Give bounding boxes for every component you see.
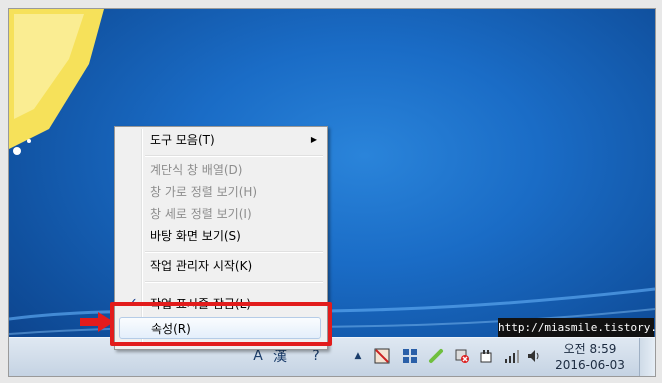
action-center-icon[interactable] xyxy=(373,347,391,365)
menu-item-show-windows-side-by-side[interactable]: 창 세로 정렬 보기(I) xyxy=(117,203,323,225)
signal-icon[interactable] xyxy=(503,347,521,365)
show-desktop-button[interactable] xyxy=(639,338,655,376)
menu-item-label: 계단식 창 배열(D) xyxy=(150,163,243,177)
volume-icon[interactable] xyxy=(525,347,543,365)
clock-time: 오전 8:59 xyxy=(563,342,617,356)
menu-item-task-manager[interactable]: 작업 관리자 시작(K) xyxy=(117,255,323,277)
menu-item-label: 도구 모음(T) xyxy=(150,133,215,147)
clock[interactable]: 오전 8:59 2016-06-03 xyxy=(555,341,625,373)
menu-separator xyxy=(145,155,323,157)
highlight-box xyxy=(110,302,332,346)
menu-item-show-windows-stacked[interactable]: 창 가로 정렬 보기(H) xyxy=(117,181,323,203)
pointer-arrow-icon xyxy=(80,312,114,332)
menu-item-label: 창 세로 정렬 보기(I) xyxy=(150,207,252,221)
watermark: http://miasmile.tistory.com xyxy=(498,318,655,338)
menu-item-label: 작업 관리자 시작(K) xyxy=(150,259,253,273)
windows-icon[interactable] xyxy=(401,347,419,365)
menu-item-label: 바탕 화면 보기(S) xyxy=(150,229,241,243)
menu-separator xyxy=(145,251,323,253)
network-error-icon[interactable] xyxy=(453,347,471,365)
menu-item-toolbars[interactable]: 도구 모음(T) ▶ xyxy=(117,129,323,151)
menu-item-label: 창 가로 정렬 보기(H) xyxy=(150,185,258,199)
submenu-arrow-icon: ▶ xyxy=(310,135,317,144)
taskbar[interactable]: A 漢 ? ▲ 오전 8:59 2016-06-03 xyxy=(9,337,655,376)
clock-date: 2016-06-03 xyxy=(555,358,625,372)
sun-beam-decoration xyxy=(9,9,104,155)
menu-item-cascade-windows[interactable]: 계단식 창 배열(D) xyxy=(117,159,323,181)
pen-icon[interactable] xyxy=(427,347,445,365)
menu-separator xyxy=(145,281,323,283)
power-icon[interactable] xyxy=(477,347,495,365)
tray-expand-arrow-icon[interactable]: ▲ xyxy=(349,347,367,365)
menu-item-show-desktop[interactable]: 바탕 화면 보기(S) xyxy=(117,225,323,247)
